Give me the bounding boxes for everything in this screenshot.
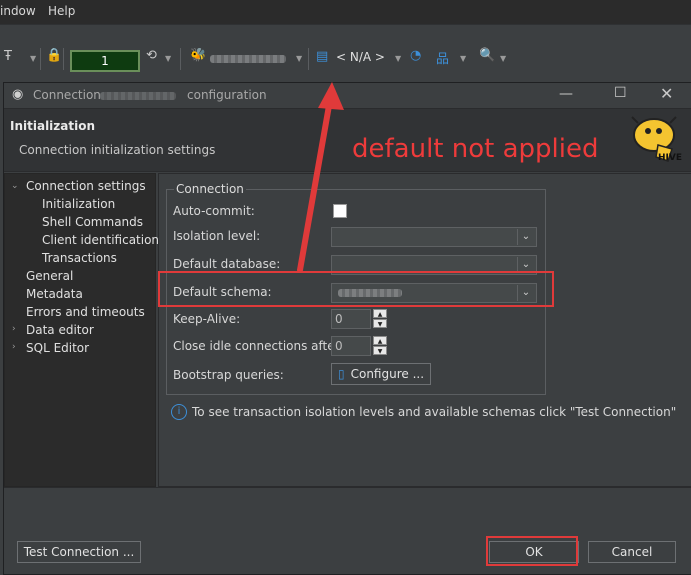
test-connection-button[interactable]: Test Connection ... (17, 541, 141, 563)
chevron-down-icon[interactable]: ▼ (395, 54, 401, 63)
chevron-down-icon[interactable]: ▼ (500, 54, 506, 63)
schema-icon[interactable]: ▤ (316, 49, 328, 64)
nav-item-client-identification[interactable]: Client identification (42, 233, 159, 247)
cancel-button[interactable]: Cancel (588, 541, 676, 563)
search-icon[interactable]: 🔍 (479, 48, 495, 63)
annotation-text: default not applied (352, 134, 599, 164)
transaction-mode-icon[interactable]: Ŧ (4, 49, 12, 64)
hive-logo-text: HIVE (658, 153, 682, 163)
close-icon[interactable]: ✕ (660, 84, 673, 103)
history-icon[interactable]: ⟲ (146, 48, 157, 63)
chevron-down-icon[interactable]: ▼ (165, 54, 171, 63)
chevron-down-icon[interactable]: ▼ (30, 54, 36, 63)
footer-divider (4, 487, 691, 488)
nav-item-shell-commands[interactable]: Shell Commands (42, 215, 143, 229)
chevron-down-icon[interactable]: ⌄ (11, 181, 19, 191)
nav-item-data-editor[interactable]: Data editor (26, 323, 94, 337)
configure-button[interactable]: ▯ Configure ... (331, 363, 431, 385)
toolbar: Ŧ ▼ 🔒 1 ⟲ ▼ 🐝 ▼ ▤ < N/A > ▼ ◔ 品 ▼ 🔍 ▼ (0, 24, 691, 79)
dialog-title-prefix: Connection (33, 88, 101, 102)
toolbar-separator (40, 48, 41, 70)
auto-commit-label: Auto-commit: (173, 204, 255, 218)
close-idle-input[interactable]: 0 (331, 336, 371, 356)
nav-item-general[interactable]: General (26, 269, 73, 283)
close-idle-stepper[interactable]: 0 ▲ ▼ (331, 336, 391, 356)
menu-help[interactable]: Help (48, 4, 75, 18)
dialog-title-suffix: configuration (187, 88, 267, 102)
nav-item-metadata[interactable]: Metadata (26, 287, 83, 301)
nav-item-transactions[interactable]: Transactions (42, 251, 117, 265)
maximize-icon[interactable]: ☐ (614, 85, 627, 101)
chevron-down-icon[interactable]: ▼ (460, 54, 466, 63)
page-title: Initialization (10, 119, 96, 133)
settings-nav-tree: ⌄ Connection settings Initialization She… (4, 173, 159, 487)
decrement-icon[interactable]: ▼ (373, 319, 387, 328)
chevron-down-icon[interactable]: ▼ (296, 54, 302, 63)
configure-button-label: Configure ... (350, 367, 425, 381)
increment-icon[interactable]: ▲ (373, 336, 387, 345)
keep-alive-label: Keep-Alive: (173, 312, 241, 326)
menu-bar: indow Help (0, 0, 691, 24)
toolbar-separator (180, 48, 181, 70)
connection-name-redacted (100, 92, 176, 100)
datasource-name-redacted[interactable] (210, 55, 286, 63)
isolation-level-select[interactable]: ⌄ (331, 227, 537, 247)
menu-window[interactable]: indow (0, 4, 36, 18)
pending-transactions-counter[interactable]: 1 (70, 50, 140, 72)
nav-item-errors-timeouts[interactable]: Errors and timeouts (26, 305, 145, 319)
annotation-arrow (297, 82, 344, 273)
network-icon[interactable]: 品 (436, 48, 449, 67)
chevron-down-icon[interactable]: ⌄ (517, 229, 534, 245)
default-database-label: Default database: (173, 257, 281, 271)
toolbar-separator (308, 48, 309, 70)
info-text: To see transaction isolation levels and … (192, 405, 677, 419)
connection-group-label: Connection (174, 182, 246, 196)
settings-panel: Connection Auto-commit: Isolation level:… (158, 173, 691, 487)
keep-alive-stepper[interactable]: 0 ▲ ▼ (331, 309, 391, 329)
hive-logo: HIVE (628, 115, 682, 167)
annotation-ok-highlight (486, 536, 578, 566)
page-subtitle: Connection initialization settings (19, 143, 216, 157)
app-icon: ◉ (12, 87, 24, 102)
lock-icon[interactable]: 🔒 (46, 48, 62, 63)
info-icon: i (171, 404, 187, 420)
toolbar-separator (63, 48, 64, 70)
hive-datasource-icon[interactable]: 🐝 (190, 48, 206, 63)
schema-selector-label[interactable]: < N/A > (336, 50, 385, 64)
bootstrap-queries-label: Bootstrap queries: (173, 368, 284, 382)
dashboard-icon[interactable]: ◔ (410, 48, 421, 63)
nav-item-sql-editor[interactable]: SQL Editor (26, 341, 89, 355)
document-icon: ▯ (337, 367, 345, 381)
decrement-icon[interactable]: ▼ (373, 346, 387, 355)
isolation-level-label: Isolation level: (173, 229, 261, 243)
chevron-right-icon[interactable]: › (12, 324, 16, 334)
nav-item-connection-settings[interactable]: Connection settings (26, 179, 146, 193)
nav-item-initialization[interactable]: Initialization (42, 197, 115, 211)
increment-icon[interactable]: ▲ (373, 309, 387, 318)
chevron-right-icon[interactable]: › (12, 342, 16, 352)
keep-alive-input[interactable]: 0 (331, 309, 371, 329)
close-idle-label: Close idle connections after: (173, 339, 344, 353)
minimize-icon[interactable]: — (559, 86, 573, 102)
